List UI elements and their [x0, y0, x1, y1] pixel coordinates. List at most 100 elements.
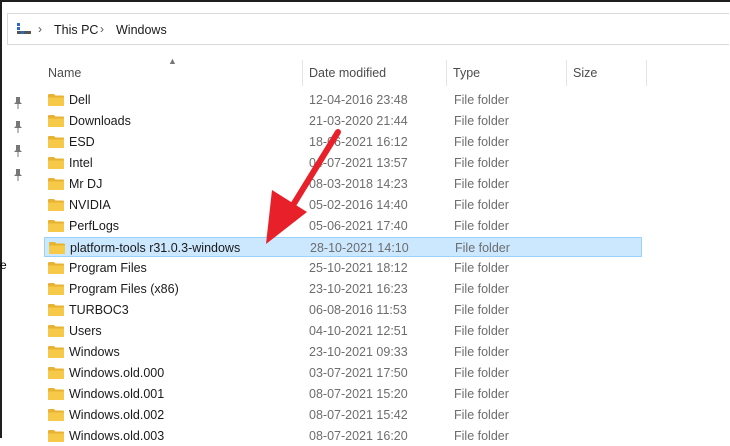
table-row[interactable]: Windows.old.003 08-07-2021 16:20 File fold…: [44, 426, 642, 446]
address-bar[interactable]: › This PC › Windows: [7, 13, 729, 45]
file-type: File folder: [454, 345, 509, 359]
column-name[interactable]: Name: [48, 66, 81, 80]
this-pc-icon: [17, 23, 31, 34]
folder-icon: [49, 242, 65, 254]
file-type: File folder: [454, 429, 509, 443]
window-left-edge: [0, 0, 2, 438]
file-name: Windows: [69, 345, 120, 359]
file-name: platform-tools r31.0.3-windows: [70, 241, 241, 255]
folder-icon: [48, 409, 64, 421]
table-row[interactable]: Downloads 21-03-2020 21:44 File folder: [44, 111, 642, 131]
column-type[interactable]: Type: [453, 66, 480, 80]
column-header: ▲ Name Date modified Type Size: [40, 56, 660, 86]
file-type: File folder: [454, 135, 509, 149]
file-type: File folder: [454, 408, 509, 422]
folder-icon: [48, 283, 64, 295]
date-modified: 05-02-2016 14:40: [309, 198, 408, 212]
table-row[interactable]: ESD 18-06-2021 16:12 File folder: [44, 132, 642, 152]
file-type: File folder: [454, 261, 509, 275]
table-row[interactable]: Dell 12-04-2016 23:48 File folder: [44, 90, 642, 110]
sort-ascending-icon: ▲: [168, 56, 177, 66]
folder-icon: [48, 178, 64, 190]
column-divider[interactable]: [646, 60, 647, 86]
file-name: Dell: [69, 93, 91, 107]
date-modified: 21-03-2020 21:44: [309, 114, 408, 128]
table-row[interactable]: platform-tools r31.0.3-windows 28-10-2021…: [44, 237, 642, 257]
file-name: Program Files (x86): [69, 282, 179, 296]
pin-icon[interactable]: [13, 169, 23, 181]
pin-icon[interactable]: [13, 97, 23, 109]
date-modified: 04-10-2021 12:51: [309, 324, 408, 338]
column-date-modified[interactable]: Date modified: [309, 66, 386, 80]
column-divider[interactable]: [446, 60, 447, 86]
file-type: File folder: [454, 156, 509, 170]
file-type: File folder: [454, 282, 509, 296]
folder-icon: [48, 199, 64, 211]
pin-icon[interactable]: [13, 121, 23, 133]
folder-icon: [48, 115, 64, 127]
file-type: File folder: [454, 93, 509, 107]
file-type: File folder: [454, 114, 509, 128]
date-modified: 18-06-2021 16:12: [309, 135, 408, 149]
table-row[interactable]: PerfLogs 05-06-2021 17:40 File folder: [44, 216, 642, 236]
date-modified: 06-08-2016 11:53: [309, 303, 407, 317]
table-row[interactable]: TURBOC3 06-08-2016 11:53 File folder: [44, 300, 642, 320]
breadcrumb-this-pc[interactable]: This PC: [54, 23, 98, 37]
table-row[interactable]: Intel 04-07-2021 13:57 File folder: [44, 153, 642, 173]
file-type: File folder: [454, 303, 509, 317]
table-row[interactable]: Program Files (x86) 23-10-2021 16:23 File …: [44, 279, 642, 299]
file-name: Intel: [69, 156, 93, 170]
file-name: PerfLogs: [69, 219, 120, 233]
date-modified: 28-10-2021 14:10: [310, 241, 409, 255]
date-modified: 23-10-2021 16:23: [309, 282, 408, 296]
chevron-right-icon[interactable]: ›: [38, 22, 42, 36]
date-modified: 25-10-2021 18:12: [309, 261, 408, 275]
table-row[interactable]: Users 04-10-2021 12:51 File folder: [44, 321, 642, 341]
file-name: Windows.old.003: [69, 429, 165, 443]
date-modified: 05-06-2021 17:40: [309, 219, 408, 233]
file-name: Windows.old.001: [69, 387, 165, 401]
table-row[interactable]: Mr DJ 08-03-2018 14:23 File folder: [44, 174, 642, 194]
table-row[interactable]: Windows.old.000 03-07-2021 17:50 File fold…: [44, 363, 642, 383]
breadcrumb-windows[interactable]: Windows: [116, 23, 167, 37]
file-name: Downloads: [69, 114, 131, 128]
column-divider[interactable]: [302, 60, 303, 86]
file-type: File folder: [455, 241, 510, 255]
column-divider[interactable]: [566, 60, 567, 86]
date-modified: 03-07-2021 17:50: [309, 366, 408, 380]
date-modified: 08-07-2021 16:20: [309, 429, 408, 443]
column-size[interactable]: Size: [573, 66, 597, 80]
folder-icon: [48, 430, 64, 442]
window-top-edge: [0, 0, 730, 2]
file-name: Program Files: [69, 261, 147, 275]
table-row[interactable]: Windows.old.001 08-07-2021 15:20 File fold…: [44, 384, 642, 404]
folder-icon: [48, 367, 64, 379]
file-type: File folder: [454, 177, 509, 191]
date-modified: 12-04-2016 23:48: [309, 93, 408, 107]
date-modified: 08-03-2018 14:23: [309, 177, 408, 191]
folder-icon: [48, 346, 64, 358]
file-type: File folder: [454, 219, 509, 233]
file-name: TURBOC3: [69, 303, 129, 317]
folder-icon: [48, 325, 64, 337]
file-name: Windows.old.002: [69, 408, 165, 422]
table-row[interactable]: NVIDIA 05-02-2016 14:40 File folder: [44, 195, 642, 215]
file-type: File folder: [454, 387, 509, 401]
file-name: Users: [69, 324, 102, 338]
sidebar-clipped-text: e: [0, 258, 7, 272]
folder-icon: [48, 262, 64, 274]
file-type: File folder: [454, 366, 509, 380]
file-name: Windows.old.000: [69, 366, 165, 380]
chevron-right-icon[interactable]: ›: [100, 22, 104, 36]
date-modified: 23-10-2021 09:33: [309, 345, 408, 359]
table-row[interactable]: Windows 23-10-2021 09:33 File folder: [44, 342, 642, 362]
folder-icon: [48, 388, 64, 400]
table-row[interactable]: Program Files 25-10-2021 18:12 File folder: [44, 258, 642, 278]
table-row[interactable]: Windows.old.002 08-07-2021 15:42 File fold…: [44, 405, 642, 425]
folder-icon: [48, 136, 64, 148]
file-name: Mr DJ: [69, 177, 103, 191]
file-name: NVIDIA: [69, 198, 111, 212]
folder-icon: [48, 157, 64, 169]
date-modified: 08-07-2021 15:20: [309, 387, 408, 401]
pin-icon[interactable]: [13, 145, 23, 157]
